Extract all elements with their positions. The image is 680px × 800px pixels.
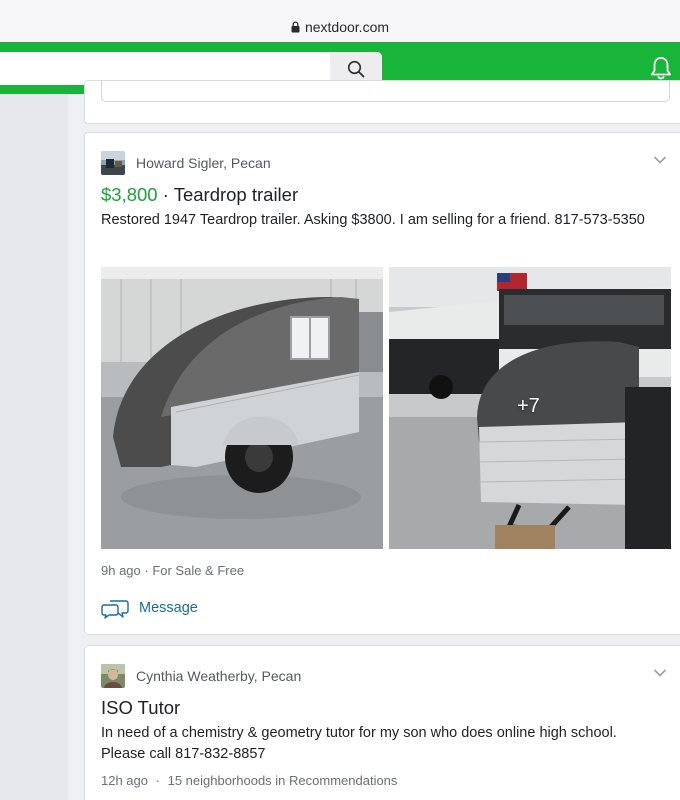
more-photos-count: +7 bbox=[517, 395, 540, 417]
post-author-row: Cynthia Weatherby, Pecan bbox=[101, 664, 301, 688]
post-author[interactable]: Cynthia Weatherby, Pecan bbox=[136, 668, 301, 684]
lock-icon bbox=[291, 21, 300, 33]
post-author-row: Howard Sigler, Pecan bbox=[101, 151, 271, 175]
sidebar bbox=[0, 94, 68, 800]
post-photo[interactable] bbox=[101, 267, 383, 549]
post-meta: 9h ago · For Sale & Free bbox=[101, 563, 245, 578]
post-card: Cynthia Weatherby, Pecan ISO Tutor In ne… bbox=[84, 645, 680, 800]
composer-input[interactable] bbox=[101, 81, 670, 102]
title-separator: · bbox=[157, 184, 174, 205]
post-meta: 12h ago · 15 neighborhoods in Recommenda… bbox=[101, 773, 397, 788]
avatar[interactable] bbox=[101, 151, 125, 175]
avatar[interactable] bbox=[101, 664, 125, 688]
post-body: In need of a chemistry & geometry tutor … bbox=[101, 725, 617, 762]
chevron-down-icon[interactable] bbox=[653, 668, 667, 678]
post-title-text: Teardrop trailer bbox=[173, 184, 299, 205]
search-icon bbox=[347, 60, 365, 77]
chevron-down-icon[interactable] bbox=[653, 155, 667, 165]
bell-icon[interactable] bbox=[648, 55, 674, 81]
meta-separator: · bbox=[155, 773, 160, 788]
chat-bubble-icon bbox=[101, 600, 129, 619]
post-photo[interactable]: +7 bbox=[389, 267, 671, 549]
post-author[interactable]: Howard Sigler, Pecan bbox=[136, 155, 271, 171]
url-text: nextdoor.com bbox=[304, 19, 390, 35]
browser-url-bar: nextdoor.com bbox=[0, 0, 680, 42]
post-price: $3,800 bbox=[101, 184, 158, 205]
message-button[interactable]: Message bbox=[101, 597, 198, 619]
message-label: Message bbox=[139, 600, 198, 616]
post-title[interactable]: $3,800 · Teardrop trailer bbox=[101, 184, 298, 206]
url-display[interactable]: nextdoor.com bbox=[0, 19, 680, 35]
post-body: Restored 1947 Teardrop trailer. Asking $… bbox=[101, 212, 645, 228]
post-card: Howard Sigler, Pecan $3,800 · Teardrop t… bbox=[84, 132, 680, 635]
post-time: 12h ago bbox=[101, 773, 148, 788]
composer-card bbox=[84, 80, 680, 124]
post-title[interactable]: ISO Tutor bbox=[101, 697, 180, 719]
post-scope[interactable]: 15 neighborhoods in Recommendations bbox=[168, 773, 398, 788]
